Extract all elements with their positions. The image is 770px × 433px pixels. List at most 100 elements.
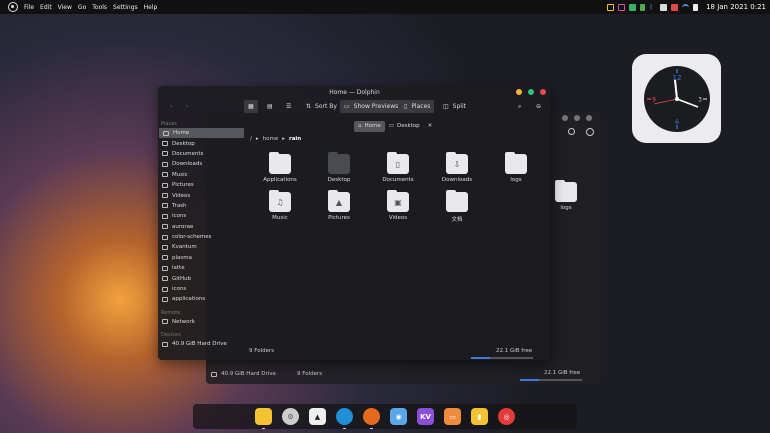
- file-pictures[interactable]: ▲ Pictures: [319, 190, 359, 221]
- dolphin-window[interactable]: Home — Dolphin ‹ › ▦ ▤ ☰ ⇅ Sort By ▭ Show …: [158, 86, 551, 360]
- sidebar-item-plasma[interactable]: plasma: [158, 253, 246, 263]
- sidebar-item-trash[interactable]: Trash: [158, 201, 246, 211]
- github-app-icon[interactable]: ◉: [390, 408, 407, 425]
- notes-icon[interactable]: [607, 3, 615, 11]
- file-downloads[interactable]: ⇩ Downloads: [437, 152, 477, 183]
- menu-go[interactable]: Go: [78, 4, 86, 11]
- files-app-icon[interactable]: [255, 408, 272, 429]
- sidebar-item-latte[interactable]: latte: [158, 263, 246, 273]
- details-view-button[interactable]: ☰: [282, 100, 295, 113]
- file-applications[interactable]: Applications: [260, 152, 300, 183]
- icons-view-button[interactable]: ▦: [244, 100, 258, 113]
- back-close-button[interactable]: [586, 115, 592, 121]
- sidebar-item-color-schemes[interactable]: color-schemes: [158, 232, 246, 242]
- breadcrumb: / ▸ home ▸ rain: [246, 132, 551, 146]
- video-icon: [162, 193, 168, 199]
- search-icon[interactable]: ⌕: [514, 100, 525, 113]
- file-videos[interactable]: ▣ Videos: [378, 190, 418, 221]
- launcher-icon[interactable]: [8, 2, 18, 12]
- kvantum-app-icon[interactable]: KV: [417, 408, 434, 425]
- back-menu-icon[interactable]: [586, 128, 594, 136]
- clock-three: 3: [698, 96, 702, 103]
- netease-music-app-icon[interactable]: ◎: [498, 408, 515, 425]
- places-label: Places: [411, 103, 431, 110]
- sidebar-item-kvantum[interactable]: Kvantum: [158, 242, 246, 252]
- inkscape-app-icon[interactable]: ▲: [309, 408, 326, 425]
- compact-view-button[interactable]: ▤: [263, 100, 277, 113]
- sidebar-item-downloads[interactable]: Downloads: [158, 159, 246, 169]
- bluetooth-icon[interactable]: ᛒ: [649, 3, 656, 11]
- file-documents[interactable]: ▯ Documents: [378, 152, 418, 183]
- back-min-button[interactable]: [562, 115, 568, 121]
- back-drive-item[interactable]: 40.9 GiB Hard Drive: [211, 371, 276, 377]
- sidebar-item-label: latte: [172, 265, 185, 272]
- crumb-user[interactable]: rain: [289, 136, 301, 142]
- places-button[interactable]: ▯ Places: [400, 100, 435, 113]
- sort-by-button[interactable]: ⇅ Sort By: [302, 100, 341, 113]
- forward-arrow-icon[interactable]: ›: [182, 100, 192, 113]
- menu-help[interactable]: Help: [144, 4, 158, 11]
- sidebar-item-icons[interactable]: icons: [158, 211, 246, 221]
- sidebar-item-aurorae[interactable]: aurorae: [158, 222, 246, 232]
- show-previews-button[interactable]: ▭ Show Previews: [340, 100, 403, 113]
- back-arrow-icon[interactable]: ‹: [166, 100, 176, 113]
- sidebar-item-applications[interactable]: applications: [158, 294, 246, 304]
- settings-app-icon[interactable]: ⚙: [282, 408, 299, 425]
- tuxedo-app-icon[interactable]: ▮: [471, 408, 488, 425]
- hamburger-menu-icon[interactable]: ⊖: [532, 100, 545, 113]
- menu-view[interactable]: View: [58, 4, 72, 11]
- sidebar-item-github[interactable]: GitHub: [158, 273, 246, 283]
- battery-icon[interactable]: [640, 3, 646, 11]
- wifi-icon[interactable]: [682, 3, 690, 11]
- file-wendang[interactable]: 文档: [437, 190, 477, 223]
- global-menu: File Edit View Go Tools Settings Help: [24, 4, 163, 11]
- minimize-button[interactable]: [516, 89, 522, 95]
- menu-settings[interactable]: Settings: [113, 4, 138, 11]
- tab-desktop[interactable]: ▭ Desktop ✕: [385, 121, 437, 132]
- show-previews-label: Show Previews: [353, 103, 399, 110]
- crumb-root[interactable]: /: [250, 136, 252, 142]
- file-logs[interactable]: logs: [496, 152, 536, 183]
- sidebar-item-drive[interactable]: 40.9 GiB Hard Drive: [158, 339, 246, 349]
- sidebar-item-network[interactable]: Network: [158, 317, 246, 327]
- sort-by-label: Sort By: [315, 103, 337, 110]
- folder-icon: [269, 152, 291, 174]
- sidebar-item-icons-2[interactable]: icons: [158, 284, 246, 294]
- picture-folder-icon: ▲: [328, 190, 350, 212]
- back-file-logs[interactable]: logs: [546, 180, 586, 211]
- split-button[interactable]: ◫ Split: [439, 100, 470, 113]
- maximize-button[interactable]: [528, 89, 534, 95]
- crumb-home[interactable]: home: [263, 136, 279, 142]
- menu-tools[interactable]: Tools: [92, 4, 107, 11]
- file-desktop[interactable]: Desktop: [319, 152, 359, 183]
- sidebar-item-videos[interactable]: Videos: [158, 190, 246, 200]
- mail-icon[interactable]: [671, 3, 679, 11]
- clock-widget[interactable]: 12 3 6 9: [632, 54, 721, 143]
- download-folder-icon: ⇩: [446, 152, 468, 174]
- panel-clock[interactable]: 18 Jan 2021 0:21: [706, 3, 766, 11]
- sidebar-item-home[interactable]: Home: [159, 128, 244, 139]
- clipboard-icon[interactable]: [618, 3, 626, 11]
- sidebar-item-music[interactable]: Music: [158, 170, 246, 180]
- sidebar-item-label: applications: [172, 296, 206, 303]
- folder-icon: [162, 234, 168, 240]
- sidebar-item-documents[interactable]: Documents: [158, 149, 246, 159]
- store-app-icon[interactable]: ▭: [444, 408, 461, 425]
- tab-home[interactable]: ⌂ Home: [354, 120, 385, 132]
- file-music[interactable]: ♫ Music: [260, 190, 300, 221]
- edge-app-icon[interactable]: [336, 408, 353, 429]
- menu-file[interactable]: File: [24, 4, 34, 11]
- volume-icon[interactable]: [693, 3, 699, 11]
- menu-edit[interactable]: Edit: [40, 4, 52, 11]
- audio-icon[interactable]: [660, 3, 668, 11]
- close-tab-icon[interactable]: ✕: [428, 123, 433, 129]
- firefox-app-icon[interactable]: [363, 408, 380, 429]
- back-max-button[interactable]: [574, 115, 580, 121]
- sidebar-item-pictures[interactable]: Pictures: [158, 180, 246, 190]
- update-icon[interactable]: [629, 3, 637, 11]
- sidebar-item-desktop[interactable]: Desktop: [158, 138, 246, 148]
- places-header: Places: [161, 121, 177, 127]
- back-search-icon[interactable]: [568, 128, 575, 135]
- close-button[interactable]: [540, 89, 546, 95]
- title-bar[interactable]: Home — Dolphin: [158, 86, 551, 98]
